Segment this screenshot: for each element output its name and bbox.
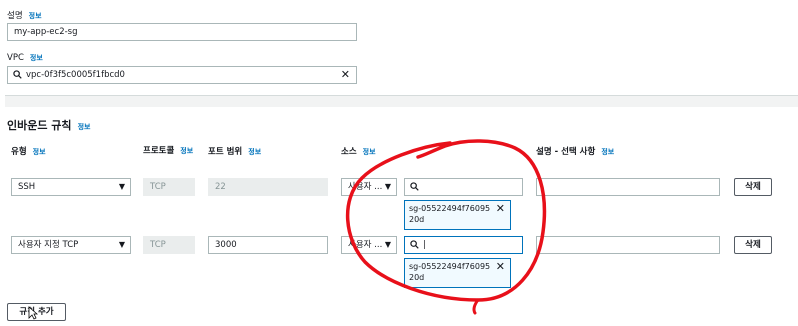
mouse-cursor-icon bbox=[28, 306, 38, 320]
red-annotation-circle bbox=[345, 139, 547, 315]
